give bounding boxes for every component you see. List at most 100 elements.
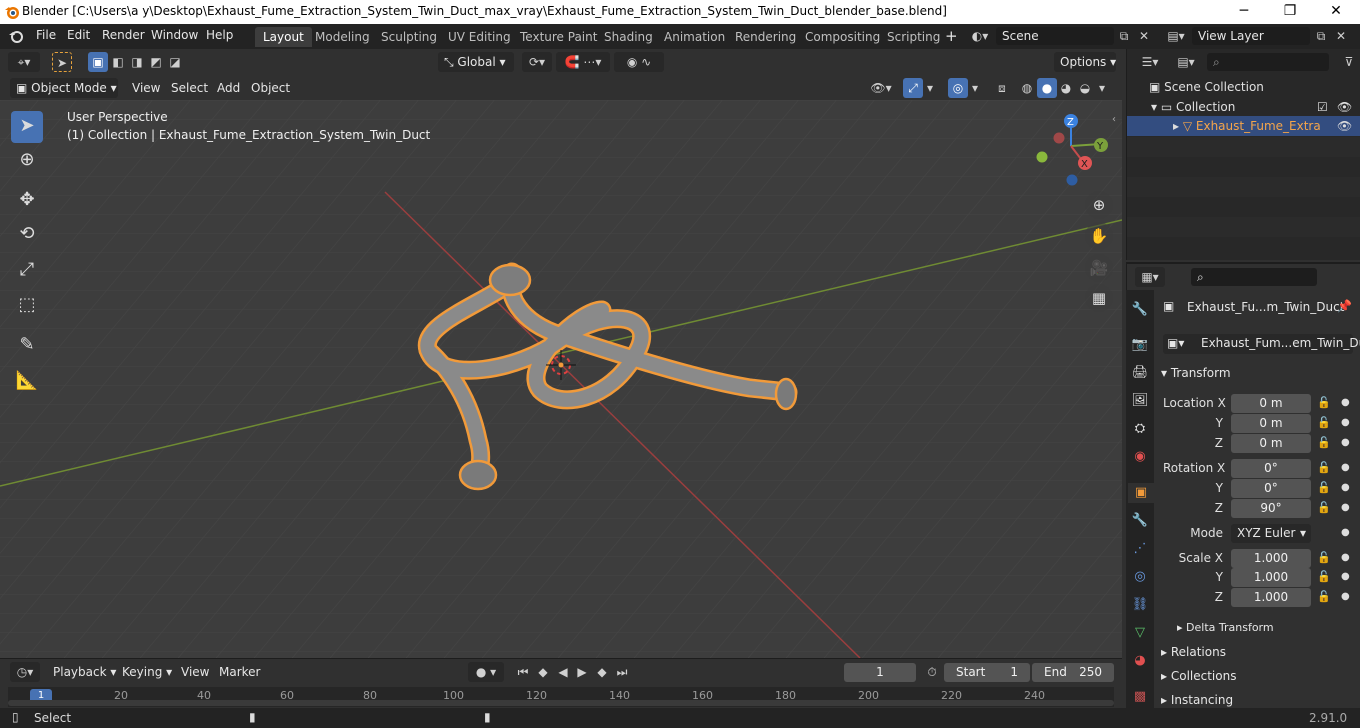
- scale-tool-icon[interactable]: ⤢: [11, 255, 43, 287]
- mesh-data-tab-icon[interactable]: ▽: [1130, 623, 1150, 643]
- end-frame-field[interactable]: End 250: [1032, 663, 1114, 682]
- 3d-viewport[interactable]: Z Y X User Perspective (1) Collection | …: [0, 100, 1122, 658]
- rendered-shading-icon[interactable]: ◒: [1075, 78, 1095, 98]
- menu-view[interactable]: View: [126, 78, 166, 98]
- gizmo-toggle-icon[interactable]: ⤢: [903, 78, 923, 98]
- mode-subtract-icon[interactable]: ◨: [127, 52, 147, 72]
- keyframe-dot-icon[interactable]: ●: [1341, 437, 1350, 448]
- lock-icon[interactable]: 🔓: [1317, 570, 1331, 583]
- keyframe-dot-icon[interactable]: ●: [1341, 417, 1350, 428]
- outliner-search-input[interactable]: ⌕: [1207, 53, 1329, 71]
- camera-view-icon[interactable]: 🎥: [1085, 254, 1113, 282]
- transform-tool-icon[interactable]: ⬚: [11, 290, 43, 322]
- material-tab-icon[interactable]: ◕: [1130, 651, 1150, 671]
- keyframe-dot-icon[interactable]: ●: [1341, 397, 1350, 408]
- tab-texture-paint[interactable]: Texture Paint: [512, 27, 605, 47]
- texture-tab-icon[interactable]: ▩: [1130, 687, 1150, 707]
- mode-difference-icon[interactable]: ◩: [146, 52, 166, 72]
- move-tool-icon[interactable]: ✥: [11, 185, 43, 217]
- sidebar-toggle-icon[interactable]: ‹: [1112, 114, 1116, 125]
- world-tab-icon[interactable]: ◉: [1130, 447, 1150, 467]
- menu-object[interactable]: Object: [245, 78, 296, 98]
- stopwatch-icon[interactable]: ⏱: [922, 662, 942, 682]
- lock-icon[interactable]: 🔓: [1317, 481, 1331, 494]
- scene-tab-icon[interactable]: ⛭: [1130, 419, 1150, 439]
- new-view-layer-icon[interactable]: ⧉: [1311, 26, 1331, 46]
- filter-icon[interactable]: ⊽: [1339, 52, 1359, 72]
- measure-tool-icon[interactable]: 📐: [11, 366, 43, 398]
- keyframe-dot-icon[interactable]: ●: [1341, 552, 1350, 563]
- xray-toggle-icon[interactable]: ⧈: [992, 78, 1012, 98]
- record-icon[interactable]: ● ▾: [468, 662, 504, 682]
- keyframe-dot-icon[interactable]: ●: [1341, 482, 1350, 493]
- modifier-tab-icon[interactable]: 🔧: [1130, 511, 1150, 531]
- render-tab-icon[interactable]: 📷: [1130, 335, 1150, 355]
- pan-hand-icon[interactable]: ✋: [1085, 222, 1113, 250]
- outliner-row-scene-collection[interactable]: ▣ Scene Collection: [1127, 77, 1360, 97]
- solid-shading-icon[interactable]: ●: [1037, 78, 1057, 98]
- lock-icon[interactable]: 🔓: [1317, 436, 1331, 449]
- prev-keyframe-icon[interactable]: ◆: [533, 662, 553, 682]
- chevron-down-icon[interactable]: ▾: [923, 78, 937, 98]
- outliner-row-collection[interactable]: ▾ ▭ Collection ☑ 👁: [1127, 97, 1360, 117]
- outliner-row-object[interactable]: ▸ ▽ Exhaust_Fume_Extra 👁: [1127, 116, 1360, 136]
- tab-scripting[interactable]: Scripting: [879, 27, 948, 47]
- scale-y-field[interactable]: 1.000: [1231, 568, 1311, 587]
- timeline-editor-type-icon[interactable]: ◷▾: [10, 662, 40, 682]
- tab-layout[interactable]: Layout: [255, 27, 312, 47]
- jump-end-icon[interactable]: ⏭: [612, 662, 632, 682]
- visibility-icon[interactable]: 👁▾: [866, 78, 896, 98]
- rotate-tool-icon[interactable]: ⟲: [11, 219, 43, 251]
- scene-selector-icon[interactable]: ◐▾: [966, 26, 994, 46]
- rotation-x-field[interactable]: 0°: [1231, 459, 1311, 478]
- start-frame-field[interactable]: Start 1: [944, 663, 1030, 682]
- select-tool-icon[interactable]: ➤: [11, 111, 43, 143]
- menu-file[interactable]: File: [36, 28, 56, 42]
- tab-uv-editing[interactable]: UV Editing: [440, 27, 519, 47]
- scale-z-field[interactable]: 1.000: [1231, 588, 1311, 607]
- transform-orientation-dropdown[interactable]: ⤡ Global ▾: [438, 52, 514, 72]
- output-tab-icon[interactable]: 🖨: [1130, 363, 1150, 383]
- menu-select[interactable]: Select: [165, 78, 214, 98]
- keyframe-dot-icon[interactable]: ●: [1341, 591, 1350, 602]
- tool-tab-icon[interactable]: 🔧: [1130, 300, 1150, 320]
- physics-tab-icon[interactable]: ◎: [1130, 567, 1150, 587]
- tab-compositing[interactable]: Compositing: [797, 27, 888, 47]
- collections-panel[interactable]: ▸ Collections: [1161, 669, 1236, 683]
- properties-editor-type-icon[interactable]: ▦▾: [1135, 267, 1165, 287]
- delete-scene-icon[interactable]: ✕: [1134, 26, 1154, 46]
- rotation-z-field[interactable]: 90°: [1231, 499, 1311, 518]
- scene-name-field[interactable]: Scene: [996, 27, 1114, 45]
- proportional-editing-icon[interactable]: ◉ ∿: [614, 52, 664, 72]
- view-layer-selector-icon[interactable]: ▤▾: [1162, 26, 1190, 46]
- particles-tab-icon[interactable]: ⋰: [1130, 539, 1150, 559]
- add-workspace-button[interactable]: +: [945, 27, 958, 45]
- eye-icon[interactable]: 👁: [1337, 116, 1352, 136]
- keyframe-dot-icon[interactable]: ●: [1341, 571, 1350, 582]
- chevron-down-icon[interactable]: ▾: [1095, 78, 1109, 98]
- rotation-y-field[interactable]: 0°: [1231, 479, 1311, 498]
- menu-render[interactable]: Render: [102, 28, 145, 42]
- display-mode-icon[interactable]: ▤▾: [1171, 52, 1201, 72]
- zoom-icon[interactable]: ⊕: [1085, 191, 1113, 219]
- gizmo-neg-x-handle[interactable]: [1053, 132, 1065, 144]
- lock-icon[interactable]: 🔓: [1317, 396, 1331, 409]
- object-mode-dropdown[interactable]: ▣ Object Mode ▾: [10, 78, 118, 98]
- mode-set-icon[interactable]: ▣: [88, 52, 108, 72]
- tab-rendering[interactable]: Rendering: [727, 27, 804, 47]
- editor-type-icon[interactable]: ⌖▾: [8, 52, 40, 72]
- play-icon[interactable]: ▶: [572, 662, 592, 682]
- instancing-panel[interactable]: ▸ Instancing: [1161, 693, 1233, 707]
- pin-icon[interactable]: 📌: [1337, 299, 1352, 313]
- next-keyframe-icon[interactable]: ◆: [592, 662, 612, 682]
- rotation-mode-dropdown[interactable]: XYZ Euler ▾: [1231, 524, 1311, 543]
- view-layer-tab-icon[interactable]: 🖼: [1130, 391, 1150, 411]
- perspective-toggle-icon[interactable]: ▦: [1085, 284, 1113, 312]
- tab-animation[interactable]: Animation: [656, 27, 733, 47]
- view-layer-field[interactable]: View Layer: [1192, 27, 1310, 45]
- current-frame-field[interactable]: 1: [844, 663, 916, 682]
- location-y-field[interactable]: 0 m: [1231, 414, 1311, 433]
- keyframe-dot-icon[interactable]: ●: [1341, 462, 1350, 473]
- outliner-editor-type-icon[interactable]: ☰▾: [1135, 52, 1165, 72]
- menu-add[interactable]: Add: [211, 78, 246, 98]
